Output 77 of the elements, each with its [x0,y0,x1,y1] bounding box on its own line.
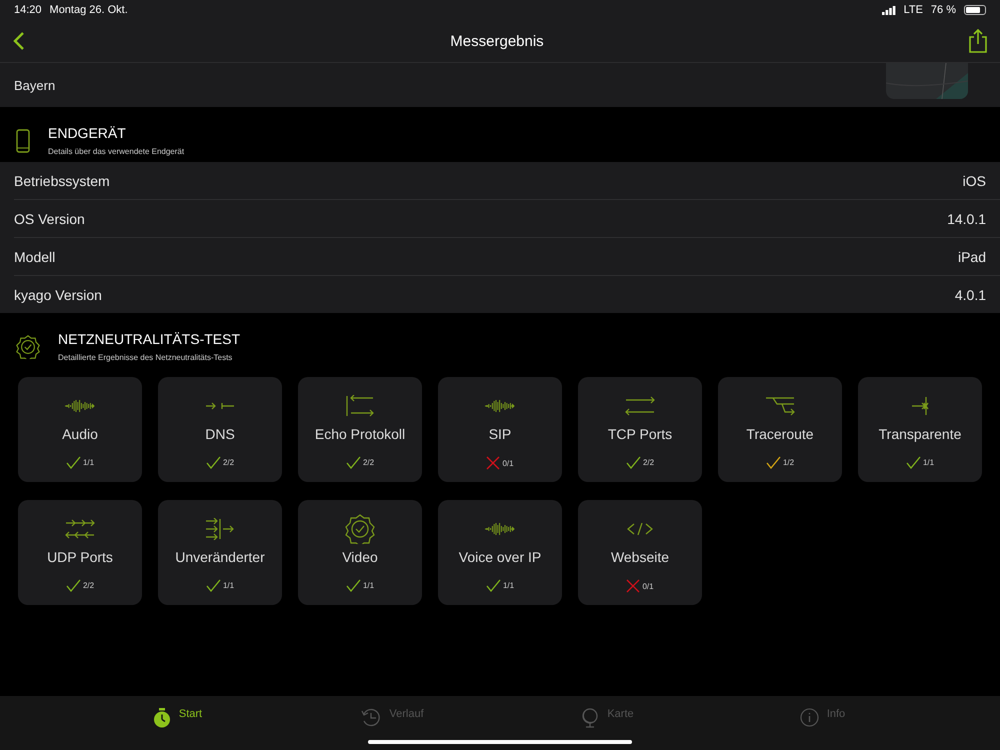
test-name: UDP Ports [47,549,113,565]
row-label: OS Version [14,210,85,226]
tab[interactable]: Start [70,696,285,750]
test-result: 1/2 [782,458,794,467]
test-result: 0/1 [642,582,654,590]
phone-icon [16,128,30,152]
signal-icon [882,6,896,14]
test-name: Webseite [610,549,670,565]
row-value: iPad [958,248,986,264]
code-icon [627,523,653,535]
test-result: 0/1 [502,458,514,468]
test-tile[interactable]: Unveränderter 1/1 [158,500,282,605]
test-tile[interactable]: Webseite 0/1 [578,500,702,605]
back-icon[interactable] [12,31,26,51]
arrows-icon [205,402,235,410]
row-value: iOS [962,172,986,188]
test-name: SIP [488,426,512,442]
test-result: 2/2 [362,458,374,467]
battery-percent: 76 % [930,4,956,16]
test-result: 2/2 [82,581,94,590]
info-icon [800,708,819,727]
test-name: Unveränderter [175,549,265,565]
row-label: Betriebssystem [14,172,110,188]
route-icon [765,396,795,416]
test-tile[interactable]: DNS 2/2 [158,377,282,482]
test-name: Video [342,549,378,565]
share-icon[interactable] [968,29,988,53]
section-title: NETZNEUTRALITÄTS-TEST [58,331,240,347]
section-subtitle: Details über das verwendete Endgerät [48,147,184,156]
arrows-rows-icon [65,519,95,539]
test-tile[interactable]: Traceroute 1/2 [718,377,842,482]
test-name: DNS [205,426,235,442]
two-way-arrows-icon [625,396,655,416]
globe-icon [581,708,600,728]
test-result: 1/1 [502,581,514,590]
test-tile[interactable]: TCP Ports 2/2 [578,377,702,482]
stopwatch-icon [152,708,171,728]
arrows-line-icon [205,518,235,540]
test-result: 1/1 [222,581,234,590]
test-result: 1/1 [82,458,94,467]
clock-arrow-icon [361,708,382,728]
row-value: 14.0.1 [947,210,986,226]
test-tile[interactable]: Audio 1/1 [18,377,142,482]
test-name: Transparente [878,426,962,442]
arrow-barrier-icon [911,396,929,416]
sound-wave-icon [485,522,515,536]
test-result: 2/2 [642,458,654,467]
nav-title: Messergebnis [449,32,545,50]
check-badge-icon [16,334,40,358]
test-tile[interactable]: Video 1/1 [298,500,422,605]
row-label: kyago Version [14,286,102,302]
test-name: TCP Ports [608,426,672,442]
test-tile[interactable]: Voice over IP 1/1 [438,500,562,605]
network-label: LTE [904,4,923,16]
test-name: Traceroute [746,426,814,442]
test-name: Audio [62,426,98,442]
row-label: Modell [14,248,56,264]
sound-wave-icon [485,399,515,413]
test-name: Echo Protokoll [314,426,406,442]
status-time: 14:20 [14,4,42,16]
test-tile[interactable]: Transparente 1/1 [858,377,982,482]
echo-arrows-icon [345,395,375,417]
battery-icon [964,5,986,15]
section-subtitle: Detaillierte Ergebnisse des Netzneutralitäts-Tests [58,353,234,362]
check-badge-icon [345,514,375,544]
test-result: 1/1 [922,458,934,467]
test-result: 2/2 [222,458,234,467]
status-date: Montag 26. Okt. [50,4,128,16]
test-tile[interactable]: Echo Protokoll 2/2 [298,377,422,482]
test-tile[interactable]: UDP Ports 2/2 [18,500,142,605]
section-title: ENDGERÄT [48,125,127,141]
test-tile[interactable]: SIP 0/1 [438,377,562,482]
row-value: 4.0.1 [954,286,986,302]
test-result: 1/1 [362,581,374,590]
sound-wave-icon [65,399,95,413]
test-name: Voice over IP [458,549,542,565]
region-text: Bayern [14,78,56,92]
